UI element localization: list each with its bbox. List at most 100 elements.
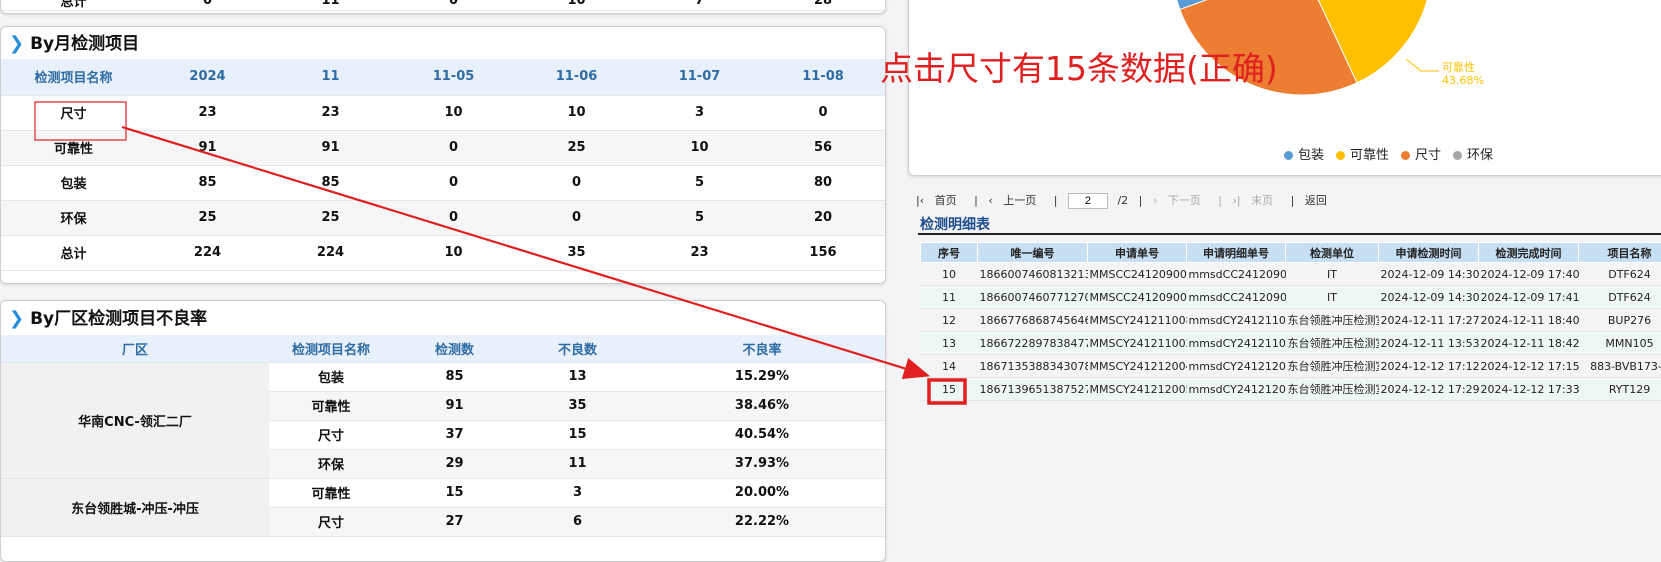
table-cell: 15 — [921, 378, 978, 401]
chevron-right-icon: ❯ — [9, 33, 24, 54]
column-header: 申请检测时间 — [1379, 243, 1479, 263]
back-button[interactable]: 返回 — [1305, 194, 1327, 207]
first-page-button[interactable]: |‹ 首页 — [916, 194, 964, 207]
table-cell: 40.54% — [639, 420, 885, 449]
table-cell: 22.22% — [639, 507, 885, 536]
table-cell: 25 — [269, 200, 392, 235]
table-cell: MMSCC241209001 — [1088, 263, 1187, 286]
last-page-button[interactable]: ›| 末页 — [1233, 194, 1281, 207]
factory-name-cell: 华南CNC-领汇二厂 — [1, 362, 269, 478]
table-cell: 10 — [638, 130, 761, 165]
table-row: 总计224224103523156 — [1, 235, 885, 270]
table-cell: 东台领胜冲压检测室 — [1286, 355, 1379, 378]
pie-legend: 包装可靠性 尺寸环保 — [1284, 144, 1505, 163]
table-cell: 2024-12-12 17:15:42 — [1479, 355, 1579, 378]
table-cell: 23 — [638, 235, 761, 270]
table-cell: 85 — [393, 362, 516, 391]
table-cell: 56 — [761, 130, 885, 165]
table-cell: 2024-12-11 17:27:43 — [1379, 309, 1479, 332]
column-header: 检测单位 — [1286, 243, 1379, 263]
table-cell: 2024-12-09 14:30:22 — [1379, 286, 1479, 309]
item-name-cell[interactable]: 总计 — [1, 235, 146, 270]
table-cell: 5 — [638, 165, 761, 200]
table-cell: 28 — [761, 0, 885, 11]
chevron-right-icon: ❯ — [9, 308, 24, 329]
table-cell: 11 — [921, 286, 978, 309]
pager-divider: | — [974, 194, 978, 207]
table-cell: 80 — [761, 165, 885, 200]
table-cell: 10 — [921, 263, 978, 286]
table-cell: 0 — [515, 200, 638, 235]
table-cell: 1867139651387527168 — [978, 378, 1088, 401]
previous-table: 总计011010728 — [1, 0, 885, 11]
table-cell: 37.93% — [639, 449, 885, 478]
legend-dot-icon — [1453, 151, 1462, 160]
table-row[interactable]: 101866007460813213696MMSCC241209001mmsdC… — [921, 263, 1661, 286]
first-page-icon: |‹ — [916, 194, 924, 207]
item-name-cell[interactable]: 可靠性 — [1, 130, 146, 165]
item-name-cell[interactable]: 环保 — [1, 200, 146, 235]
table-cell: 2024-12-11 13:53:15 — [1379, 332, 1479, 355]
table-cell: 0 — [515, 165, 638, 200]
table-cell: 224 — [146, 235, 269, 270]
table-cell: 10 — [392, 235, 515, 270]
column-header: 11-06 — [515, 59, 638, 95]
column-header: 申请单号 — [1088, 243, 1187, 263]
table-cell: 东台领胜冲压检测室 — [1286, 332, 1379, 355]
pie-label-name: 可靠性 — [1442, 60, 1475, 74]
legend-item[interactable]: 环保 — [1453, 148, 1493, 163]
prev-page-button[interactable]: ‹ 上一页 — [988, 194, 1043, 207]
table-cell: mmsdCC241209001 — [1187, 286, 1286, 309]
table-row[interactable]: 151867139651387527168MMSCY241212005mmsdC… — [921, 378, 1661, 401]
label-leader-line — [1406, 59, 1439, 71]
table-cell: 15 — [516, 420, 639, 449]
table-cell: 1866776868745646080 — [978, 309, 1088, 332]
table-cell: 15.29% — [639, 362, 885, 391]
table-cell: 85 — [146, 165, 269, 200]
table-cell: 35 — [515, 235, 638, 270]
table-cell: mmsdCY241211002 — [1187, 332, 1286, 355]
table-row[interactable]: 141867135388343078912MMSCY241212004mmsdC… — [921, 355, 1661, 378]
legend-label: 尺寸 — [1415, 148, 1441, 163]
table-cell: 15 — [393, 478, 516, 507]
table-cell: 尺寸 — [269, 420, 393, 449]
item-name-cell[interactable]: 包装 — [1, 165, 146, 200]
legend-item[interactable]: 包装 — [1284, 148, 1324, 163]
table-cell: 2024-12-09 17:41:11 — [1479, 286, 1579, 309]
table-row: 可靠性91910251056 — [1, 130, 885, 165]
page-input[interactable] — [1068, 193, 1108, 209]
legend-item[interactable]: 尺寸 — [1401, 148, 1441, 163]
table-row[interactable]: 111866007460771270656MMSCC241209001mmsdC… — [921, 286, 1661, 309]
table-row[interactable]: 121866776868745646080MMSCY241211008mmsdC… — [921, 309, 1661, 332]
table-cell: 2024-12-09 17:40:53 — [1479, 263, 1579, 286]
column-header: 厂区 — [1, 335, 269, 362]
legend-dot-icon — [1401, 151, 1410, 160]
table-cell: 3 — [638, 95, 761, 130]
table-cell: MMSCY241211002 — [1088, 332, 1187, 355]
table-cell: MMN105 — [1579, 332, 1661, 355]
column-header: 11-07 — [638, 59, 761, 95]
table-cell: 0 — [761, 95, 885, 130]
column-header: 申请明细单号 — [1187, 243, 1286, 263]
table-cell: 35 — [516, 391, 639, 420]
pager-divider: | — [1054, 194, 1058, 207]
column-header: 2024 — [146, 59, 269, 95]
table-cell: mmsdCY241211008 — [1187, 309, 1286, 332]
table-cell: 东台领胜冲压检测室 — [1286, 378, 1379, 401]
table-cell: 23 — [146, 95, 269, 130]
table-cell: 11 — [516, 449, 639, 478]
table-cell: 25 — [146, 200, 269, 235]
table-cell: mmsdCY241212004 — [1187, 355, 1286, 378]
item-name-cell[interactable]: 尺寸 — [1, 95, 146, 130]
table-cell: 0 — [392, 130, 515, 165]
table-cell: 23 — [269, 95, 392, 130]
table-cell: 1866007460771270656 — [978, 286, 1088, 309]
table-cell: 1866722897838477312 — [978, 332, 1088, 355]
table-cell: 可靠性 — [269, 391, 393, 420]
table-cell: 224 — [269, 235, 392, 270]
table-cell: 13 — [516, 362, 639, 391]
legend-item[interactable]: 可靠性 — [1336, 148, 1389, 163]
next-page-button[interactable]: › 下一页 — [1153, 194, 1208, 207]
table-row[interactable]: 131866722897838477312MMSCY241211002mmsdC… — [921, 332, 1661, 355]
table-cell: 14 — [921, 355, 978, 378]
